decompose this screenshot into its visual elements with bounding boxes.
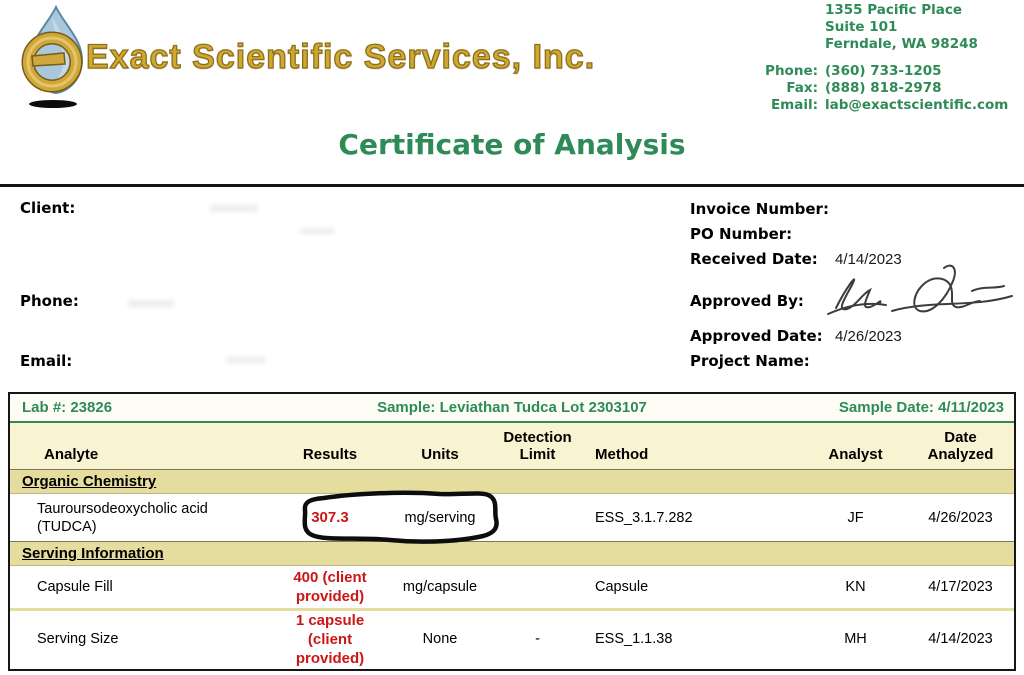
approved-by-signature <box>822 256 1020 330</box>
analyst-cell: JF <box>800 510 911 526</box>
company-address: 1355 Pacific Place Suite 101 Ferndale, W… <box>825 2 978 53</box>
method-cell: ESS_1.1.38 <box>595 631 800 647</box>
address-line: 1355 Pacific Place <box>825 2 978 19</box>
email-row: Email: lab@exactscientific.com <box>640 97 1008 114</box>
sample-name: Sample: Leviathan Tudca Lot 2303107 <box>310 399 714 416</box>
column-header-results: Results <box>260 446 400 463</box>
email-label: Email: <box>640 97 818 114</box>
result-value: 307.3 <box>260 508 400 527</box>
column-header-date-analyzed: Date Analyzed <box>911 429 1010 463</box>
results-cell: 400 (client provided) <box>260 568 400 606</box>
column-header-analyst: Analyst <box>800 446 911 463</box>
redacted-client-value <box>300 228 334 234</box>
result-value: 1 capsule <box>260 611 400 630</box>
column-header-method: Method <box>595 446 800 463</box>
approved-date-value: 4/26/2023 <box>835 328 902 345</box>
detection-label: Detection <box>480 429 595 446</box>
column-header-units: Units <box>400 446 480 463</box>
analyte-cell: Serving Size <box>10 630 260 648</box>
section-heading: Serving Information <box>10 545 164 562</box>
analyte-cell: Capsule Fill <box>10 578 260 596</box>
email-value: lab@exactscientific.com <box>825 97 1008 114</box>
results-table: Lab #: 23826 Sample: Leviathan Tudca Lot… <box>8 392 1016 671</box>
result-value: (client <box>260 630 400 649</box>
result-value: provided) <box>260 649 400 668</box>
analyzed-label: Analyzed <box>911 446 1010 463</box>
approved-by-label: Approved By: <box>690 292 804 310</box>
method-cell: Capsule <box>595 579 800 595</box>
title-divider <box>0 184 1024 187</box>
table-header-row: Analyte Results Units Detection Limit Me… <box>10 423 1014 469</box>
analyte-name: (TUDCA) <box>37 518 260 536</box>
approved-date-label: Approved Date: <box>690 327 823 345</box>
date-analyzed-cell: 4/14/2023 <box>911 631 1010 647</box>
result-value: 400 (client <box>260 568 400 587</box>
received-date-label: Received Date: <box>690 250 818 268</box>
redacted-email-value <box>226 357 266 363</box>
client-email-label: Email: <box>20 352 72 370</box>
date-label: Date <box>911 429 1010 446</box>
section-heading: Organic Chemistry <box>10 473 156 490</box>
date-analyzed-cell: 4/17/2023 <box>911 579 1010 595</box>
section-organic-chemistry: Organic Chemistry <box>10 469 1014 494</box>
detection-limit-cell: - <box>480 631 595 647</box>
address-line: Ferndale, WA 98248 <box>825 36 978 53</box>
units-cell: mg/capsule <box>400 579 480 595</box>
po-number-label: PO Number: <box>690 225 792 243</box>
redacted-client-value <box>210 205 258 212</box>
date-analyzed-cell: 4/26/2023 <box>911 510 1010 526</box>
table-row-serving-size: Serving Size 1 capsule (client provided)… <box>10 611 1014 667</box>
analyte-cell: Tauroursodeoxycholic acid (TUDCA) <box>10 500 260 536</box>
fax-label: Fax: <box>640 80 818 97</box>
phone-label: Phone: <box>640 63 818 80</box>
analyte-name: Tauroursodeoxycholic acid <box>37 500 260 518</box>
analyst-cell: KN <box>800 579 911 595</box>
phone-value: (360) 733-1205 <box>825 63 942 80</box>
result-value: provided) <box>260 587 400 606</box>
column-header-analyte: Analyte <box>10 446 260 463</box>
fax-value: (888) 818-2978 <box>825 80 942 97</box>
results-cell: 1 capsule (client provided) <box>260 611 400 668</box>
results-cell: 307.3 <box>260 508 400 527</box>
sample-date: Sample Date: 4/11/2023 <box>714 399 1014 416</box>
sample-info-band: Lab #: 23826 Sample: Leviathan Tudca Lot… <box>10 394 1014 423</box>
units-cell: None <box>400 631 480 647</box>
limit-label: Limit <box>480 446 595 463</box>
company-contacts: Phone: (360) 733-1205 Fax: (888) 818-297… <box>640 63 1008 114</box>
method-cell: ESS_3.1.7.282 <box>595 510 800 526</box>
project-name-label: Project Name: <box>690 352 810 370</box>
invoice-number-label: Invoice Number: <box>690 200 829 218</box>
table-row-tudca: Tauroursodeoxycholic acid (TUDCA) 307.3 … <box>10 494 1014 541</box>
column-header-detection-limit: Detection Limit <box>480 429 595 463</box>
certificate-page: Exact Scientific Services, Inc. 1355 Pac… <box>0 0 1024 675</box>
table-row-capsule-fill: Capsule Fill 400 (client provided) mg/ca… <box>10 566 1014 608</box>
fax-row: Fax: (888) 818-2978 <box>640 80 1008 97</box>
section-serving-information: Serving Information <box>10 541 1014 566</box>
phone-row: Phone: (360) 733-1205 <box>640 63 1008 80</box>
analyst-cell: MH <box>800 631 911 647</box>
redacted-phone-value <box>128 300 174 307</box>
lab-number: Lab #: 23826 <box>10 399 310 416</box>
page-title: Certificate of Analysis <box>0 128 1024 161</box>
units-cell: mg/serving <box>400 510 480 526</box>
company-name: Exact Scientific Services, Inc. <box>86 38 595 77</box>
client-label: Client: <box>20 199 75 217</box>
address-line: Suite 101 <box>825 19 978 36</box>
client-phone-label: Phone: <box>20 292 79 310</box>
